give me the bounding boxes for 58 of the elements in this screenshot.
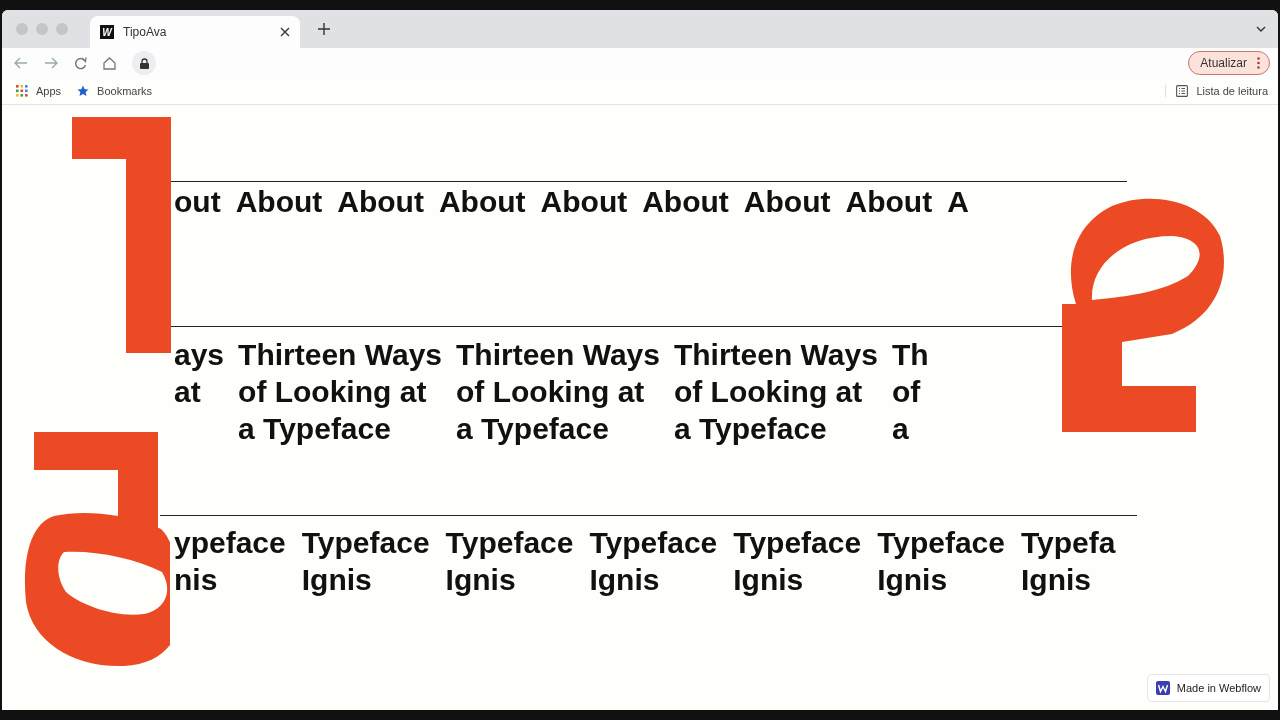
marquee-text[interactable]: a Typeface — [456, 410, 609, 447]
reading-list-button[interactable]: Lista de leitura — [1165, 85, 1268, 97]
marquee-text[interactable]: a Typeface — [238, 410, 391, 447]
back-icon[interactable] — [14, 57, 28, 69]
marquee-text[interactable]: of Looking at — [238, 373, 427, 410]
logo-icon — [1155, 681, 1170, 695]
marquee-text[interactable]: Thirteen Ways — [456, 336, 660, 373]
marquee-text[interactable]: at — [174, 373, 201, 410]
marquee-text[interactable]: Ignis — [301, 561, 372, 598]
bookmarks-folder[interactable]: Bookmarks — [77, 85, 153, 97]
marquee-text[interactable]: About — [845, 184, 933, 220]
forward-icon[interactable] — [44, 57, 58, 69]
home-icon[interactable] — [103, 56, 116, 70]
marquee-text[interactable]: Typeface — [301, 524, 430, 561]
marquee-text[interactable]: Typeface — [877, 524, 1005, 561]
more-icon — [1257, 57, 1260, 69]
marquee-text[interactable]: About — [540, 184, 628, 220]
marquee-text[interactable]: Typeface — [733, 524, 862, 561]
marquee-text[interactable]: of — [891, 373, 921, 410]
marquee-text[interactable]: nis — [174, 561, 218, 598]
marquee-text[interactable]: Typefa — [1020, 524, 1116, 561]
marquee-text[interactable]: Thirteen Ways — [673, 336, 878, 373]
marquee-text[interactable]: About — [337, 184, 424, 220]
marquee-text[interactable]: A — [947, 184, 969, 220]
reload-icon[interactable] — [74, 56, 87, 70]
marquee-text[interactable]: Typeface — [589, 524, 718, 561]
grid-icon — [16, 85, 28, 97]
marquee-text[interactable]: of Looking at — [673, 373, 863, 410]
marquee-text[interactable]: Th — [891, 336, 929, 373]
apps-bookmark[interactable]: Apps — [16, 85, 62, 97]
marquee-text[interactable]: About — [642, 184, 729, 220]
marquee-text[interactable]: ays — [174, 336, 225, 373]
star-icon — [77, 85, 90, 97]
plus-icon[interactable] — [318, 23, 330, 35]
marquee-text[interactable]: About — [438, 184, 526, 220]
marquee-text[interactable]: Thirteen Ways — [238, 336, 442, 373]
marquee-text[interactable]: Typeface — [445, 524, 574, 561]
webflow-badge[interactable]: Made in Webflow — [1146, 674, 1270, 702]
marquee-text[interactable]: Ignis — [445, 561, 516, 598]
marquee-text[interactable]: Ignis — [1020, 561, 1091, 598]
marquee-text[interactable]: a — [891, 410, 909, 447]
update-button[interactable]: Atualizar — [1188, 51, 1270, 75]
address-field[interactable] — [132, 51, 156, 75]
marquee-text[interactable]: of Looking at — [456, 373, 645, 410]
browser-tab[interactable]: W TipoAva — [90, 16, 300, 48]
list-icon — [1176, 85, 1189, 97]
marquee-text[interactable]: Ignis — [877, 561, 948, 598]
marquee-text[interactable]: Ignis — [733, 561, 804, 598]
marquee-text[interactable]: About — [235, 184, 323, 220]
lock-icon — [139, 57, 149, 69]
chevron-down-icon[interactable] — [1256, 26, 1266, 32]
site-favicon: W — [100, 25, 114, 39]
close-icon[interactable] — [280, 27, 290, 37]
marquee-text[interactable]: Ignis — [589, 561, 660, 598]
marquee-text[interactable]: ypeface — [174, 524, 286, 561]
marquee-text[interactable]: out — [174, 184, 221, 220]
marquee-text[interactable]: About — [743, 184, 831, 220]
marquee-text[interactable]: a Typeface — [673, 410, 827, 447]
